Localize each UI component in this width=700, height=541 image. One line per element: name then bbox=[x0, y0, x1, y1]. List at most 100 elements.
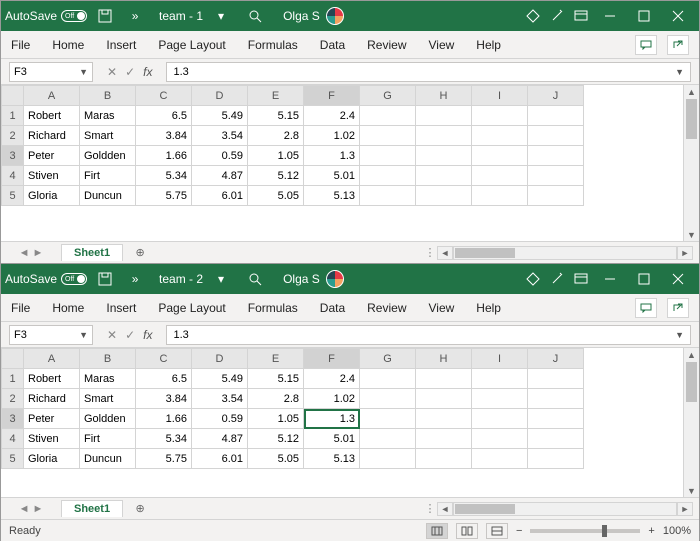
maximize-button[interactable] bbox=[627, 1, 661, 31]
toggle-off-icon[interactable]: Off bbox=[61, 10, 87, 22]
cell-H1[interactable] bbox=[416, 369, 472, 389]
cell-G1[interactable] bbox=[360, 106, 416, 126]
cell-F5[interactable]: 5.13 bbox=[304, 186, 360, 206]
cell-H5[interactable] bbox=[416, 186, 472, 206]
fx-icon[interactable]: fx bbox=[143, 65, 152, 79]
cell-D1[interactable]: 5.49 bbox=[192, 106, 248, 126]
share-icon[interactable] bbox=[667, 35, 689, 55]
cell-I1[interactable] bbox=[472, 369, 528, 389]
tab-insert[interactable]: Insert bbox=[106, 301, 136, 315]
minimize-button[interactable] bbox=[593, 1, 627, 31]
formula-input[interactable]: 1.3▼ bbox=[166, 325, 691, 345]
cell-D5[interactable]: 6.01 bbox=[192, 449, 248, 469]
wand-icon[interactable] bbox=[545, 264, 569, 294]
cell-I5[interactable] bbox=[472, 449, 528, 469]
share-icon[interactable] bbox=[667, 298, 689, 318]
cell-I4[interactable] bbox=[472, 166, 528, 186]
cell-E3[interactable]: 1.05 bbox=[248, 146, 304, 166]
row-header-2[interactable]: 2 bbox=[2, 126, 24, 146]
scroll-up-icon[interactable]: ▲ bbox=[684, 348, 699, 361]
cell-E5[interactable]: 5.05 bbox=[248, 186, 304, 206]
scroll-thumb[interactable] bbox=[455, 248, 515, 258]
page-layout-view-button[interactable] bbox=[456, 523, 478, 539]
zoom-out-button[interactable]: − bbox=[516, 525, 522, 537]
save-icon[interactable] bbox=[93, 264, 117, 294]
cell-F2[interactable]: 1.02 bbox=[304, 126, 360, 146]
cell-H4[interactable] bbox=[416, 166, 472, 186]
cell-J4[interactable] bbox=[528, 166, 584, 186]
cell-C1[interactable]: 6.5 bbox=[136, 106, 192, 126]
row-header-1[interactable]: 1 bbox=[2, 106, 24, 126]
col-header-E[interactable]: E bbox=[248, 349, 304, 369]
cell-I3[interactable] bbox=[472, 409, 528, 429]
ribbon-display-icon[interactable] bbox=[569, 264, 593, 294]
search-icon[interactable] bbox=[243, 1, 267, 31]
zoom-slider[interactable] bbox=[530, 529, 640, 533]
row-header-2[interactable]: 2 bbox=[2, 389, 24, 409]
cell-J3[interactable] bbox=[528, 146, 584, 166]
tab-page-layout[interactable]: Page Layout bbox=[158, 301, 225, 315]
cell-A1[interactable]: Robert bbox=[24, 106, 80, 126]
cell-E1[interactable]: 5.15 bbox=[248, 106, 304, 126]
cell-H3[interactable] bbox=[416, 409, 472, 429]
chevron-down-icon[interactable]: ▼ bbox=[79, 67, 88, 77]
search-icon[interactable] bbox=[243, 264, 267, 294]
cell-J1[interactable] bbox=[528, 106, 584, 126]
cell-B4[interactable]: Firt bbox=[80, 429, 136, 449]
cell-H1[interactable] bbox=[416, 106, 472, 126]
cell-B4[interactable]: Firt bbox=[80, 166, 136, 186]
cell-E1[interactable]: 5.15 bbox=[248, 369, 304, 389]
tab-home[interactable]: Home bbox=[52, 38, 84, 52]
row-header-4[interactable]: 4 bbox=[2, 429, 24, 449]
cell-A4[interactable]: Stiven bbox=[24, 429, 80, 449]
sheet-nav[interactable]: ◄ ► bbox=[1, 247, 61, 259]
scroll-thumb[interactable] bbox=[686, 362, 697, 402]
cell-C3[interactable]: 1.66 bbox=[136, 146, 192, 166]
formula-input[interactable]: 1.3▼ bbox=[166, 62, 691, 82]
col-header-A[interactable]: A bbox=[24, 349, 80, 369]
cell-A1[interactable]: Robert bbox=[24, 369, 80, 389]
wand-icon[interactable] bbox=[545, 1, 569, 31]
name-box[interactable]: F3▼ bbox=[9, 325, 93, 345]
cell-G5[interactable] bbox=[360, 186, 416, 206]
cell-F5[interactable]: 5.13 bbox=[304, 449, 360, 469]
cell-G1[interactable] bbox=[360, 369, 416, 389]
col-header-G[interactable]: G bbox=[360, 86, 416, 106]
sheet-tab[interactable]: Sheet1 bbox=[61, 500, 123, 517]
tab-review[interactable]: Review bbox=[367, 38, 406, 52]
scroll-thumb[interactable] bbox=[686, 99, 697, 139]
maximize-button[interactable] bbox=[627, 264, 661, 294]
col-header-A[interactable]: A bbox=[24, 86, 80, 106]
cell-G3[interactable] bbox=[360, 409, 416, 429]
chevron-down-icon[interactable]: ▼ bbox=[79, 330, 88, 340]
scroll-right-icon[interactable]: ► bbox=[677, 502, 693, 516]
scroll-left-icon[interactable]: ◄ bbox=[437, 246, 453, 260]
col-header-I[interactable]: I bbox=[472, 86, 528, 106]
cell-E2[interactable]: 2.8 bbox=[248, 126, 304, 146]
cell-D4[interactable]: 4.87 bbox=[192, 429, 248, 449]
new-sheet-button[interactable]: ⊕ bbox=[129, 501, 151, 516]
cell-H5[interactable] bbox=[416, 449, 472, 469]
cell-J2[interactable] bbox=[528, 126, 584, 146]
cell-A2[interactable]: Richard bbox=[24, 389, 80, 409]
cell-E4[interactable]: 5.12 bbox=[248, 166, 304, 186]
cell-F3[interactable]: 1.3 bbox=[304, 409, 360, 429]
row-header-5[interactable]: 5 bbox=[2, 449, 24, 469]
cell-B2[interactable]: Smart bbox=[80, 126, 136, 146]
cell-I2[interactable] bbox=[472, 389, 528, 409]
tab-review[interactable]: Review bbox=[367, 301, 406, 315]
horizontal-scrollbar[interactable]: ⋮ ◄ ► bbox=[423, 244, 693, 261]
cell-J2[interactable] bbox=[528, 389, 584, 409]
horizontal-scrollbar[interactable]: ⋮ ◄ ► bbox=[423, 500, 693, 517]
zoom-level[interactable]: 100% bbox=[663, 525, 691, 537]
cell-G5[interactable] bbox=[360, 449, 416, 469]
tab-view[interactable]: View bbox=[429, 38, 455, 52]
sheet-nav[interactable]: ◄ ► bbox=[1, 503, 61, 515]
vertical-scrollbar[interactable]: ▲▼ bbox=[683, 85, 699, 241]
cell-B2[interactable]: Smart bbox=[80, 389, 136, 409]
cell-I4[interactable] bbox=[472, 429, 528, 449]
user-account[interactable]: Olga S bbox=[283, 7, 344, 25]
col-header-I[interactable]: I bbox=[472, 349, 528, 369]
cell-J1[interactable] bbox=[528, 369, 584, 389]
cell-I2[interactable] bbox=[472, 126, 528, 146]
